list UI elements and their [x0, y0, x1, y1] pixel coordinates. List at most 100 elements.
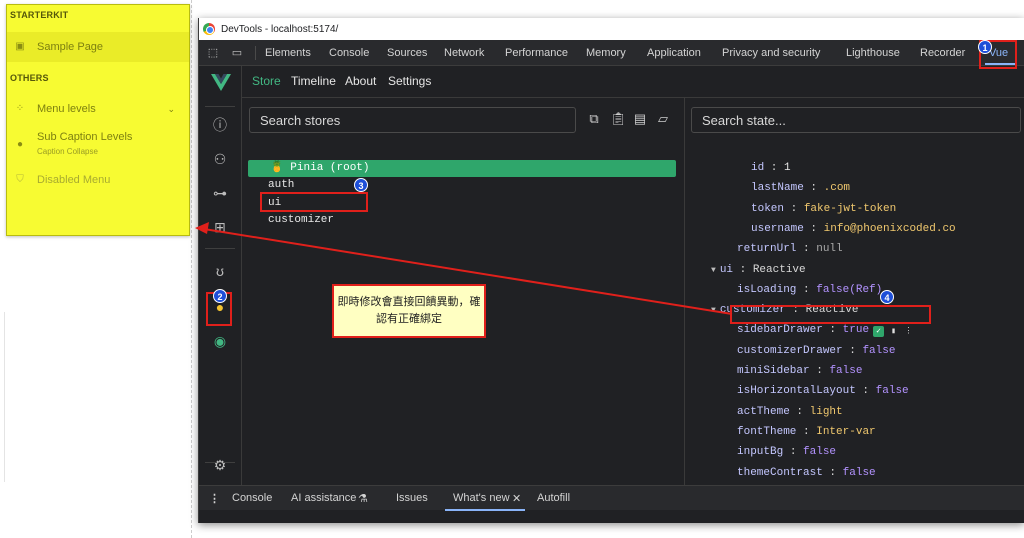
expand-triangle-icon[interactable]: ▼	[711, 306, 716, 315]
state-search-input[interactable]	[692, 108, 1020, 132]
tab-store[interactable]: Store	[252, 74, 281, 88]
app-sidebar: STARTERKIT ▣ Sample Page OTHERS ⁘ Menu l…	[0, 0, 192, 538]
state-row-minisidebar[interactable]: miniSidebar : false	[737, 364, 862, 378]
drawer-tab-autofill[interactable]: Autofill	[537, 492, 570, 504]
save-icon[interactable]: ▤	[633, 111, 647, 127]
stores-search-box[interactable]	[249, 107, 576, 133]
state-row-lastname[interactable]: lastName : .com	[751, 181, 850, 195]
state-colon: :	[764, 162, 785, 174]
state-value: 1	[784, 162, 791, 174]
state-row-sidebardrawer[interactable]: sidebarDrawer : true ✓ ▮ ⋮	[737, 323, 914, 338]
state-search-box[interactable]	[691, 107, 1021, 133]
sidebar-item-label: Disabled Menu	[37, 174, 111, 186]
state-key: isLoading	[737, 283, 797, 296]
sidebar-item-label: Menu levels	[37, 103, 96, 115]
tab-elements[interactable]: Elements	[265, 47, 311, 59]
drawer-tab-console[interactable]: Console	[232, 492, 272, 504]
toggle-check-icon[interactable]: ✓	[873, 326, 885, 338]
close-icon[interactable]: ✕	[512, 492, 521, 505]
stores-search-input[interactable]	[250, 108, 575, 132]
rail-divider	[205, 248, 235, 249]
state-colon: :	[822, 466, 843, 479]
tab-performance[interactable]: Performance	[505, 47, 568, 59]
sidebar-item-label: Sub Caption Levels	[37, 131, 133, 143]
state-row-customizerdrawer[interactable]: customizerDrawer : false	[737, 344, 895, 358]
state-row-returnurl[interactable]: returnUrl : null	[737, 242, 843, 256]
state-key: miniSidebar	[737, 365, 810, 377]
delete-icon[interactable]: ▮	[888, 326, 899, 337]
window-title: DevTools - localhost:5174/	[221, 23, 339, 35]
tab-about[interactable]: About	[345, 74, 376, 88]
tab-timeline[interactable]: Timeline	[291, 74, 336, 88]
state-key: themeContrast	[737, 466, 823, 479]
state-value: false	[842, 466, 876, 479]
store-item-customizer[interactable]: customizer	[248, 212, 676, 229]
state-key: token	[751, 202, 785, 215]
sidebar-item-caption: Caption Collapse	[37, 147, 98, 156]
drawer-tab-whats-new[interactable]: What's new	[453, 492, 510, 504]
state-colon: :	[789, 405, 810, 418]
state-row-ui[interactable]: ▼ ui : Reactive	[711, 263, 806, 278]
state-key: returnUrl	[737, 243, 797, 256]
sidebar-item-menu-levels[interactable]: ⁘ Menu levels ⌄	[7, 94, 189, 124]
state-colon: :	[855, 385, 876, 398]
tab-privacy-and-security[interactable]: Privacy and security	[722, 47, 820, 59]
state-row-id[interactable]: id : 1	[751, 161, 791, 175]
device-toolbar-icon[interactable]: ▭	[230, 46, 244, 60]
state-colon: :	[822, 324, 843, 337]
components-icon[interactable]: ⚇	[211, 150, 229, 168]
state-row-inputbg[interactable]: inputBg : false	[737, 445, 836, 459]
settings-sliders-icon[interactable]: ⚙	[211, 456, 229, 474]
tab-sources[interactable]: Sources	[387, 47, 427, 59]
menu-levels-icon: ⁘	[15, 103, 25, 114]
chevron-down-icon: ⌄	[167, 103, 175, 114]
state-row-ishorizontallayout[interactable]: isHorizontalLayout : false	[737, 384, 909, 398]
tab-application[interactable]: Application	[647, 47, 701, 59]
state-row-fonttheme[interactable]: fontTheme : Inter-var	[737, 425, 876, 439]
sidebar-item-disabled-menu: ⛉ Disabled Menu	[7, 165, 189, 195]
tab-lighthouse[interactable]: Lighthouse	[846, 47, 900, 59]
store-item-pinia-root[interactable]: 🍍 Pinia (root)	[248, 160, 676, 177]
router-icon[interactable]: ʊ	[211, 262, 229, 280]
drawer-tab-issues[interactable]: Issues	[396, 492, 428, 504]
caption-icon: ●	[16, 139, 24, 150]
info-icon[interactable]: ⓘ	[211, 116, 229, 134]
folder-icon[interactable]: ▱	[656, 111, 670, 127]
state-value: .com	[823, 182, 851, 195]
drawer-menu-icon[interactable]: ⋮	[209, 492, 220, 505]
hierarchy-icon[interactable]: ⊞	[211, 218, 229, 236]
window-titlebar: DevTools - localhost:5174/	[199, 18, 1024, 40]
state-value: light	[809, 405, 843, 418]
drawer-tab-ai-assistance[interactable]: AI assistance	[291, 492, 356, 504]
state-key: username	[751, 222, 804, 235]
sidebar-item-sub-caption-levels[interactable]: ● Sub Caption Levels Caption Collapse	[7, 127, 189, 161]
step-badge-3: 3	[354, 178, 368, 192]
tab-recorder[interactable]: Recorder	[920, 47, 965, 59]
state-row-themecontrast[interactable]: themeContrast : false	[737, 466, 876, 480]
state-value[interactable]: true	[843, 324, 869, 336]
state-colon: :	[803, 182, 824, 195]
tab-memory[interactable]: Memory	[586, 47, 626, 59]
tab-console[interactable]: Console	[329, 47, 369, 59]
state-row-token[interactable]: token : fake-jwt-token	[751, 202, 896, 216]
state-row-acttheme[interactable]: actTheme : light	[737, 405, 843, 419]
tab-network[interactable]: Network	[444, 47, 484, 59]
sidebar-item-label: Sample Page	[37, 41, 104, 53]
inspect-element-icon[interactable]: ⬚	[206, 46, 220, 60]
i18n-icon[interactable]: ◉	[211, 332, 229, 350]
drawer-flask-icon: ⚗	[358, 493, 368, 505]
vue-devtools-rail: ⓘ ⚇ ⊶ ⊞ ʊ ● ◉ ⚙	[199, 66, 242, 485]
more-options-icon[interactable]: ⋮	[903, 326, 914, 337]
clipboard-icon[interactable]: 📋︎	[610, 111, 627, 127]
state-key: fontTheme	[737, 425, 797, 438]
state-row-isloading[interactable]: isLoading : false(Ref)	[737, 283, 882, 297]
expand-triangle-icon[interactable]: ▼	[711, 266, 716, 275]
component-tree-icon[interactable]: ⊶	[211, 184, 229, 202]
shield-icon: ⛉	[16, 174, 24, 185]
sidebar-item-sample-page[interactable]: ▣ Sample Page	[7, 32, 189, 62]
state-row-username[interactable]: username : info@phoenixcoded.co	[751, 222, 956, 236]
tab-settings[interactable]: Settings	[388, 74, 431, 88]
state-colon: :	[809, 365, 830, 377]
state-value: info@phoenixcoded.co	[823, 222, 956, 235]
copy-icon[interactable]: ⧉	[587, 111, 601, 127]
